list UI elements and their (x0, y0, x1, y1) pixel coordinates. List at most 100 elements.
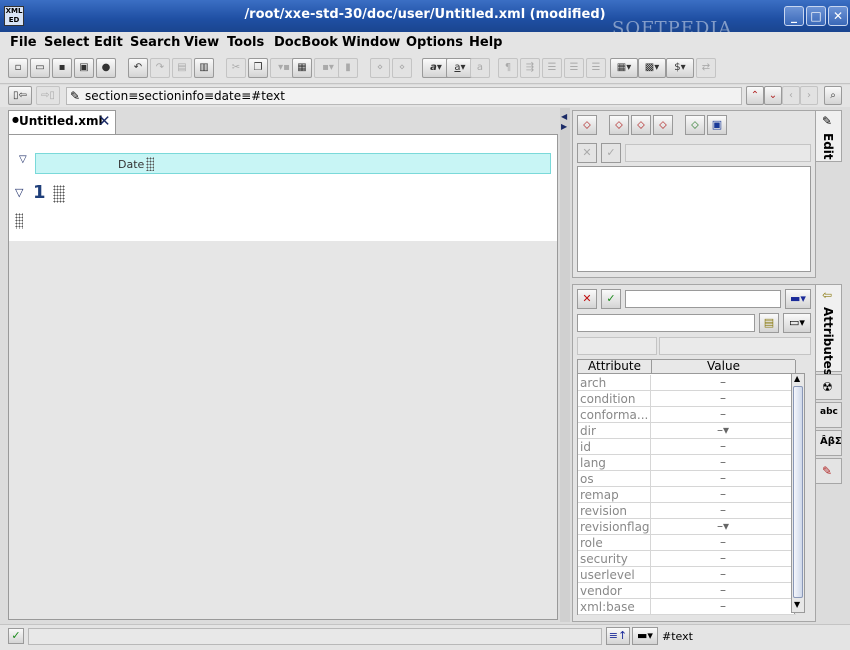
table-row[interactable]: dir –▾ (578, 423, 796, 439)
date-field[interactable]: Date (35, 153, 551, 174)
pane-splitter[interactable]: ◀ ▶ (560, 108, 570, 622)
tab-inclusions[interactable]: ☢ (816, 374, 842, 400)
minimize-button[interactable]: _ (784, 6, 804, 26)
table-row[interactable]: arch – (578, 375, 796, 391)
insert-into-icon[interactable]: ⬦ (609, 115, 629, 135)
attr-list-icon[interactable]: ▤ (759, 313, 779, 333)
attr-remove-icon[interactable]: ✕ (577, 289, 597, 309)
image-icon[interactable]: ▩▾ (638, 58, 666, 78)
collapse-sectioninfo-icon[interactable]: ▽ (19, 154, 27, 165)
repeat-icon[interactable]: ▤ (172, 58, 192, 78)
scroll-thumb[interactable] (793, 386, 803, 598)
document-canvas[interactable]: ▽ Date ▽ 1 (9, 135, 557, 241)
menu-tools[interactable]: Tools (227, 35, 264, 50)
wrap-icon[interactable]: ▣ (707, 115, 727, 135)
table-row[interactable]: revision – (578, 503, 796, 519)
title-placeholder[interactable] (53, 185, 65, 203)
tab-validity[interactable]: ✎ (816, 458, 842, 484)
table-row[interactable]: conforma... – (578, 407, 796, 423)
menu-window[interactable]: Window (342, 35, 400, 50)
tab-attributes[interactable]: ⇦ Attributes (816, 284, 842, 376)
status-clipboard-icon[interactable]: ▬▾ (632, 627, 658, 645)
table-row[interactable]: lang – (578, 455, 796, 471)
cut-icon[interactable]: ✂ (226, 58, 246, 78)
table-row[interactable]: security – (578, 551, 796, 567)
attr-set-icon[interactable]: ✓ (601, 289, 621, 309)
redo-icon[interactable]: ↷ (150, 58, 170, 78)
attributes-scrollbar[interactable]: ▲ ▼ (791, 373, 805, 613)
scroll-up-icon[interactable]: ▲ (794, 374, 800, 383)
menu-options[interactable]: Options (406, 35, 463, 50)
save-icon[interactable]: ▪ (52, 58, 72, 78)
globe-icon[interactable]: ● (96, 58, 116, 78)
table-row[interactable]: id – (578, 439, 796, 455)
menu-search[interactable]: Search (130, 35, 180, 50)
tab-characters[interactable]: ÂβƩ (816, 430, 842, 456)
col-value-header[interactable]: Value (652, 360, 796, 374)
command-icon[interactable]: ▥ (194, 58, 214, 78)
new-document-icon[interactable]: ▫ (8, 58, 28, 78)
maximize-button[interactable]: □ (806, 6, 826, 26)
tab-untitled-xml[interactable]: ● Untitled.xml ✕ (8, 110, 116, 134)
table-row[interactable]: xml:base – (578, 599, 796, 615)
splitter-left-arrow-icon[interactable]: ◀ (561, 112, 567, 121)
menu-docbook[interactable]: DocBook (274, 35, 338, 50)
insert-before-icon[interactable]: ⬦ (577, 115, 597, 135)
attr-name-input[interactable] (577, 314, 755, 332)
tab-spell-check[interactable]: abc (816, 402, 842, 428)
menu-help[interactable]: Help (469, 35, 502, 50)
save-all-icon[interactable]: ▣ (74, 58, 94, 78)
close-window-button[interactable]: ✕ (828, 6, 848, 26)
nav-down-icon[interactable]: ⌄ (764, 86, 782, 105)
element-list[interactable] (577, 166, 811, 272)
convert-icon[interactable]: ⬦ (685, 115, 705, 135)
special-char-icon[interactable]: $▾ (666, 58, 694, 78)
text-placeholder[interactable] (146, 157, 154, 171)
go-back-icon[interactable]: ▯⇦ (8, 86, 32, 105)
numbered-list-icon[interactable]: ☰ (564, 58, 584, 78)
document-editor[interactable]: ▽ Date ▽ 1 (8, 134, 558, 620)
collapse-section-icon[interactable]: ▽ (15, 186, 23, 199)
table-icon[interactable]: ▦▾ (610, 58, 638, 78)
scroll-down-icon[interactable]: ▼ (794, 600, 800, 609)
insert-after-icon[interactable]: ⬦ (631, 115, 651, 135)
definition-list-icon[interactable]: ☰ (586, 58, 606, 78)
status-list-icon[interactable]: ≡↑ (606, 627, 630, 645)
title-bar[interactable]: XML ED /root/xxe-std-30/doc/user/Untitle… (0, 0, 850, 39)
splitter-right-arrow-icon[interactable]: ▶ (561, 122, 567, 131)
nav-up-icon[interactable]: ⌃ (746, 86, 764, 105)
join-icon[interactable]: ⋄ (370, 58, 390, 78)
valid-status-icon[interactable]: ✓ (8, 628, 24, 644)
table-row[interactable]: condition – (578, 391, 796, 407)
edit-commit-icon[interactable]: ✓ (601, 143, 621, 163)
bullet-list-icon[interactable]: ☰ (542, 58, 562, 78)
delete-icon[interactable]: ▮ (338, 58, 358, 78)
table-row[interactable]: vendor – (578, 583, 796, 599)
go-forward-icon[interactable]: ⇨▯ (36, 86, 60, 105)
menu-edit[interactable]: Edit (94, 35, 123, 50)
validate-icon[interactable]: ⇄ (696, 58, 716, 78)
close-tab-icon[interactable]: ✕ (98, 112, 111, 130)
attr-menu-icon[interactable]: ▭▾ (783, 313, 811, 333)
table-row[interactable]: remap – (578, 487, 796, 503)
literal-icon[interactable]: a (470, 58, 490, 78)
copy-icon[interactable]: ❐ (248, 58, 268, 78)
menu-file[interactable]: File (10, 35, 37, 50)
element-filter-input[interactable] (625, 144, 811, 162)
nav-next-icon[interactable]: › (800, 86, 818, 105)
split-icon[interactable]: ⋄ (392, 58, 412, 78)
attr-value-input[interactable] (625, 290, 781, 308)
undo-icon[interactable]: ↶ (128, 58, 148, 78)
node-path-field[interactable]: ✎ section≡sectioninfo≡date≡#text (66, 87, 742, 105)
para-placeholder[interactable] (15, 213, 23, 229)
attr-options-icon[interactable]: ▬▾ (785, 289, 811, 309)
menu-view[interactable]: View (184, 35, 219, 50)
nav-prev-icon[interactable]: ‹ (782, 86, 800, 105)
tab-edit[interactable]: ✎ Edit (816, 110, 842, 162)
open-folder-icon[interactable]: ▭ (30, 58, 50, 78)
replace-icon[interactable]: ⬦ (653, 115, 673, 135)
paragraph-icon[interactable]: ¶ (498, 58, 518, 78)
table-row[interactable]: userlevel – (578, 567, 796, 583)
paste-icon[interactable]: ▦ (292, 58, 312, 78)
attributes-table[interactable]: Attribute Value arch – condition – conform… (577, 359, 796, 615)
